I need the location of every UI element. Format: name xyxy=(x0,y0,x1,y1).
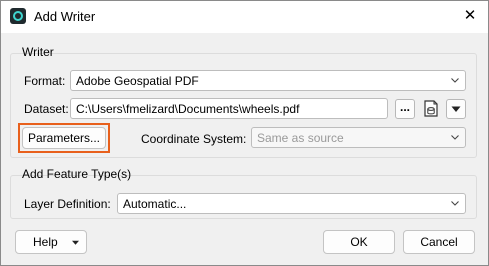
coordinate-system-value: Same as source xyxy=(257,131,344,145)
ok-label: OK xyxy=(350,235,368,249)
format-value: Adobe Geospatial PDF xyxy=(76,74,199,88)
parameters-label: Parameters... xyxy=(27,131,101,145)
feature-types-group-title: Add Feature Type(s) xyxy=(22,167,132,181)
chevron-down-icon xyxy=(451,78,459,83)
window-title: Add Writer xyxy=(34,9,96,24)
dataset-label: Dataset: xyxy=(24,102,69,116)
writer-group-title: Writer xyxy=(22,45,54,59)
help-label: Help xyxy=(33,235,58,249)
layer-definition-label: Layer Definition: xyxy=(24,197,111,211)
help-button[interactable]: Help xyxy=(15,230,87,254)
parameters-button[interactable]: Parameters... xyxy=(22,127,106,149)
cancel-button[interactable]: Cancel xyxy=(403,230,475,254)
layer-definition-select[interactable]: Automatic... xyxy=(117,193,466,214)
title-bar: Add Writer ✕ xyxy=(1,1,488,33)
close-button[interactable]: ✕ xyxy=(459,5,481,27)
coordinate-system-label: Coordinate System: xyxy=(141,132,247,146)
dropdown-arrow-icon xyxy=(451,106,461,112)
chevron-down-icon xyxy=(451,135,459,140)
app-icon xyxy=(10,8,26,24)
dataset-dropdown-button[interactable] xyxy=(446,99,466,119)
browse-label: ... xyxy=(399,100,410,114)
ok-button[interactable]: OK xyxy=(323,230,395,254)
dataset-value: C:\Users\fmelizard\Documents\wheels.pdf xyxy=(76,102,300,116)
format-label: Format: xyxy=(24,74,66,88)
cancel-label: Cancel xyxy=(420,235,458,249)
browse-button[interactable]: ... xyxy=(395,99,415,119)
layer-definition-value: Automatic... xyxy=(123,197,187,211)
add-writer-dialog: Add Writer ✕ Writer Format: Adobe Geospa… xyxy=(0,0,489,266)
coordinate-system-select[interactable]: Same as source xyxy=(251,127,466,148)
format-select[interactable]: Adobe Geospatial PDF xyxy=(70,70,466,91)
dataset-field[interactable]: C:\Users\fmelizard\Documents\wheels.pdf xyxy=(70,98,388,119)
file-reader-icon[interactable] xyxy=(422,98,440,118)
close-icon: ✕ xyxy=(463,7,477,24)
chevron-down-icon xyxy=(72,240,79,245)
chevron-down-icon xyxy=(451,201,459,206)
